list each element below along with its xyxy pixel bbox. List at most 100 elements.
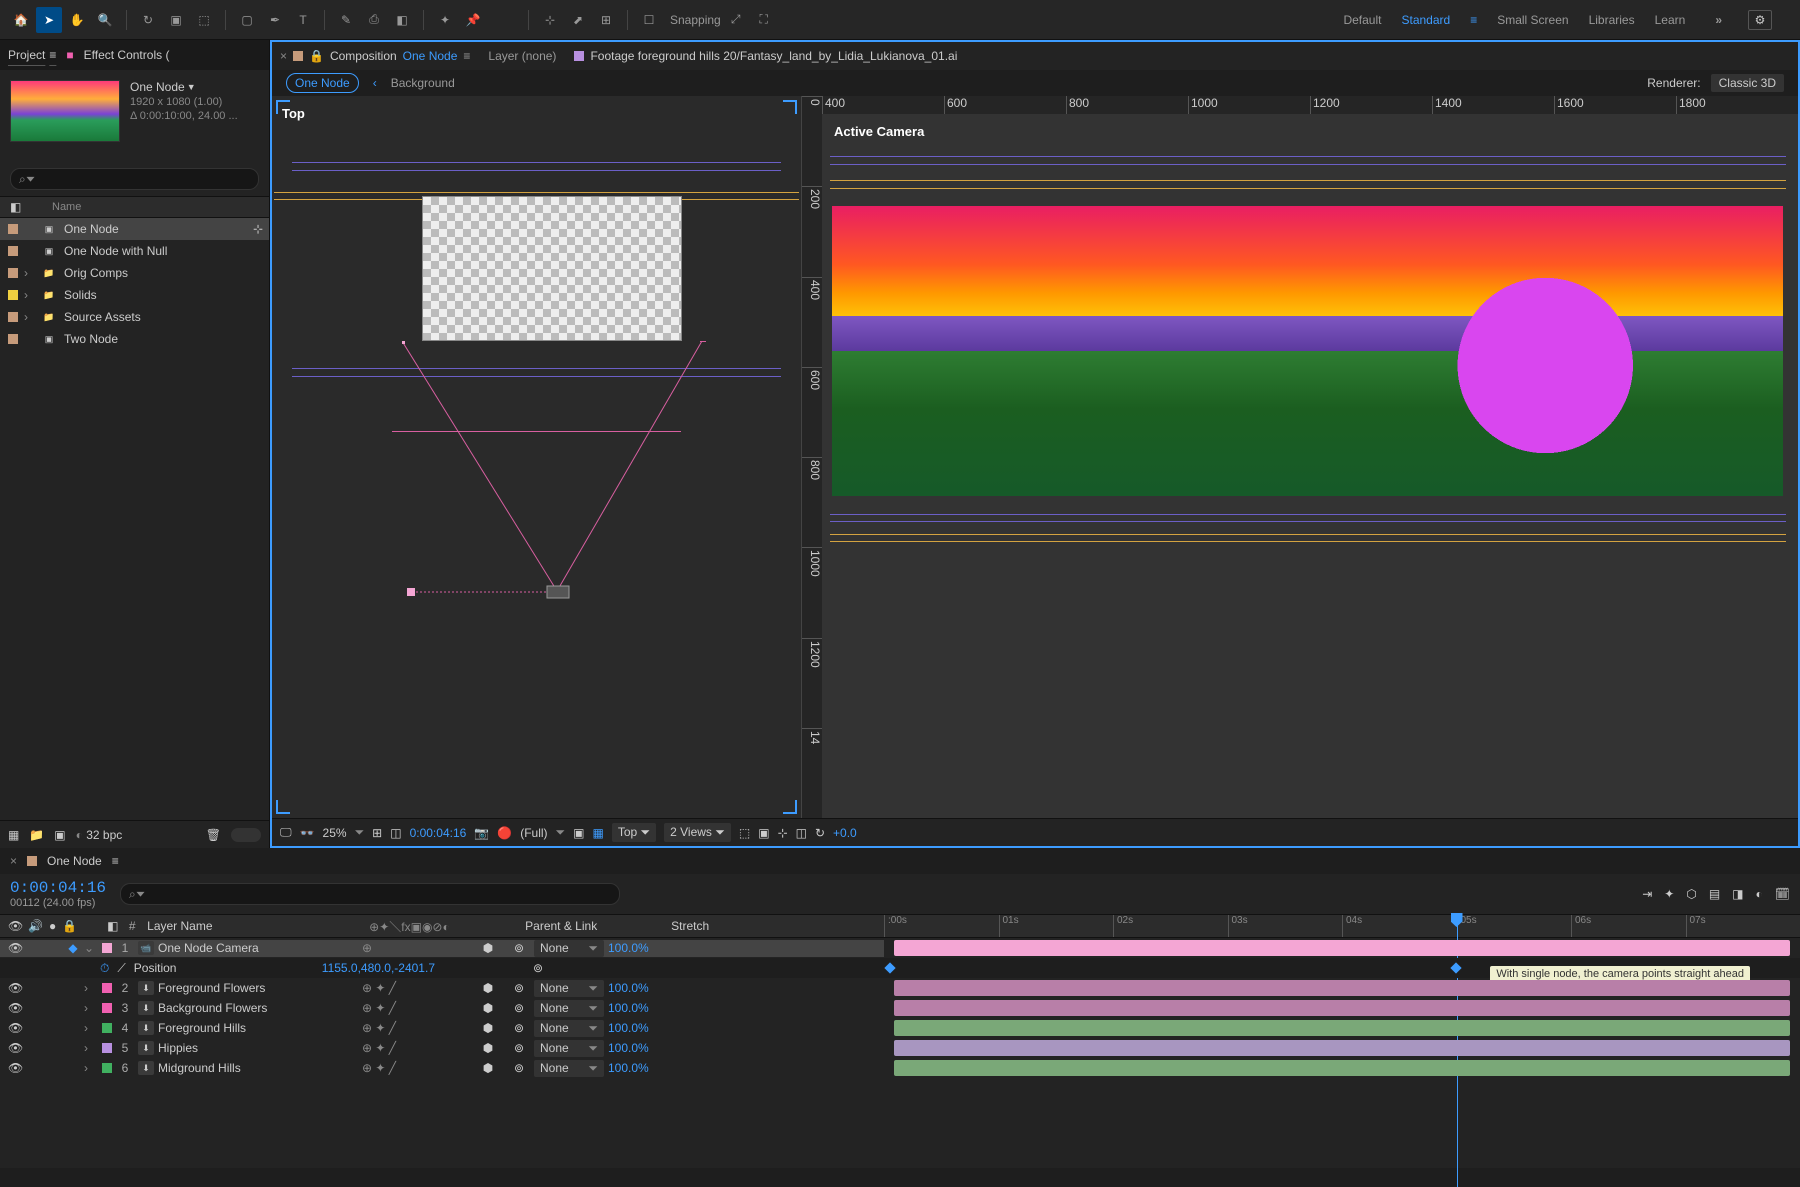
property-name[interactable]: Position <box>134 961 314 975</box>
switches-header[interactable]: ⊕✦＼fx▣◉⊘◐ <box>369 918 469 935</box>
roto-tool[interactable]: ✦ <box>432 7 458 33</box>
stopwatch-icon[interactable]: ⏱ <box>100 961 109 976</box>
selection-tool[interactable]: ➤ <box>36 7 62 33</box>
new-comp-icon[interactable]: ▣ <box>54 828 65 842</box>
axis-world-icon[interactable]: ⬈ <box>565 7 591 33</box>
folder-expand-icon[interactable]: › <box>24 310 34 324</box>
layer-switches[interactable]: ⊕ <box>362 941 462 955</box>
expression-pickwhip-icon[interactable]: ⊚ <box>533 961 543 975</box>
lock-icon[interactable]: 🔒 <box>309 49 324 63</box>
transparency-icon[interactable]: ▦ <box>592 826 603 840</box>
layer-name[interactable]: Foreground Flowers <box>158 981 358 995</box>
layer-duration-bar[interactable] <box>884 1018 1800 1038</box>
col-name[interactable]: Name <box>52 201 81 213</box>
tl-btn1-icon[interactable]: ⇥ <box>1642 887 1652 901</box>
expand-icon[interactable]: › <box>84 1001 98 1015</box>
tl-btn4-icon[interactable]: ▤ <box>1709 887 1720 901</box>
tab-composition[interactable]: × 🔒 Composition One Node ≡ <box>280 49 470 63</box>
resolution-select[interactable]: (Full) <box>520 826 547 840</box>
3d-switch[interactable]: ⬢ <box>466 1001 510 1015</box>
comp-name[interactable]: One Node▼ <box>130 80 238 94</box>
layer-row[interactable]: 👁 ◆ ⌄ 1 📹 One Node Camera ⊕ ⬢ ⊚ None ⏷ 1… <box>0 938 1800 958</box>
layer-duration-bar[interactable] <box>884 998 1800 1018</box>
project-item[interactable]: ▣ One Node ⊹ <box>0 218 269 240</box>
grid-icon[interactable]: ⊞ <box>372 826 382 840</box>
layer-row[interactable]: 👁 › 3 ⬇ Background Flowers ⊕ ✦ ╱ ⬢ ⊚ Non… <box>0 998 1800 1018</box>
home-icon[interactable]: 🏠 <box>8 7 34 33</box>
visibility-toggle[interactable]: 👁 <box>8 941 22 955</box>
project-item[interactable]: ▣ Two Node <box>0 328 269 350</box>
visibility-toggle[interactable]: 👁 <box>8 1041 22 1055</box>
pin-tool[interactable]: 📌 <box>460 7 486 33</box>
layer-name[interactable]: Background Flowers <box>158 1001 358 1015</box>
parent-pickwhip-icon[interactable]: ⊚ <box>514 1041 530 1055</box>
renderer-select[interactable]: Classic 3D <box>1711 74 1784 92</box>
tab-effect-controls[interactable]: Effect Controls ( <box>84 48 170 62</box>
color-header-icon[interactable]: ◧ <box>10 200 24 214</box>
layer-row[interactable]: 👁 › 2 ⬇ Foreground Flowers ⊕ ✦ ╱ ⬢ ⊚ Non… <box>0 978 1800 998</box>
breadcrumb-bg[interactable]: Background <box>391 76 455 90</box>
parent-select[interactable]: None ⏷ <box>534 1020 604 1037</box>
layer-switches[interactable]: ⊕ ✦ ╱ <box>362 1041 462 1055</box>
folder-expand-icon[interactable]: › <box>24 266 34 280</box>
current-time[interactable]: 0:00:04:16 <box>10 879 106 897</box>
mask-icon[interactable]: ◫ <box>390 826 401 840</box>
3d-switch[interactable]: ⬢ <box>466 1021 510 1035</box>
video-col-icon[interactable]: 👁 <box>8 919 22 933</box>
expand-icon[interactable]: ⌄ <box>84 941 98 955</box>
active-camera-view[interactable]: 02004006008001000120014 4006008001000120… <box>802 96 1798 818</box>
layer-duration-bar[interactable]: With single node, the camera points stra… <box>884 938 1800 958</box>
folder-expand-icon[interactable]: › <box>24 288 34 302</box>
goggles-icon[interactable]: 👓 <box>300 826 315 840</box>
layer-name[interactable]: One Node Camera <box>158 941 358 955</box>
tl-btn6-icon[interactable]: ◐ <box>1756 887 1763 901</box>
layer-duration-bar[interactable] <box>884 1058 1800 1078</box>
parent-pickwhip-icon[interactable]: ⊚ <box>514 941 530 955</box>
clone-tool[interactable]: ⎙ <box>361 7 387 33</box>
layer-row[interactable]: 👁 › 6 ⬇ Midground Hills ⊕ ✦ ╱ ⬢ ⊚ None ⏷… <box>0 1058 1800 1078</box>
flowchart-icon[interactable]: ⊹ <box>253 222 263 236</box>
workspace-default[interactable]: Default <box>1343 13 1381 27</box>
parent-pickwhip-icon[interactable]: ⊚ <box>514 1061 530 1075</box>
stretch-value[interactable]: 100.0% <box>608 981 649 995</box>
layer-duration-bar[interactable] <box>884 1038 1800 1058</box>
3d-switch[interactable]: ⬢ <box>466 1061 510 1075</box>
visibility-toggle[interactable]: 👁 <box>8 1021 22 1035</box>
new-folder-icon[interactable]: 📁 <box>29 828 44 842</box>
bpc-toggle[interactable]: ◐ 32 bpc <box>76 828 123 842</box>
expand-icon[interactable]: › <box>84 981 98 995</box>
tab-layer[interactable]: Layer (none) <box>488 49 556 63</box>
lock-col-icon[interactable]: 🔒 <box>62 919 77 933</box>
property-value[interactable]: 1155.0,480.0,-2401.7 <box>322 961 435 975</box>
workspace-small[interactable]: Small Screen <box>1497 13 1568 27</box>
3d-switch[interactable]: ⬢ <box>466 981 510 995</box>
project-search-input[interactable]: ⌕⏷ <box>10 168 259 190</box>
parent-select[interactable]: None ⏷ <box>534 1040 604 1057</box>
breadcrumb-arrow-icon[interactable]: ‹ <box>373 76 377 90</box>
keyframe[interactable] <box>1450 962 1461 973</box>
time-ruler[interactable]: :00s01s02s03s04s05s06s07s <box>884 915 1800 937</box>
workspace-learn[interactable]: Learn <box>1655 13 1686 27</box>
tab-project[interactable]: Project ≡ <box>8 48 56 62</box>
workspace-libraries[interactable]: Libraries <box>1589 13 1635 27</box>
roi-footer-icon[interactable]: ▣ <box>573 826 584 840</box>
3d-switch[interactable]: ⬢ <box>466 941 510 955</box>
color-col-icon[interactable]: ◧ <box>107 919 117 933</box>
snap-opt1-icon[interactable]: ⤢ <box>723 7 749 33</box>
pixel-aspect-icon[interactable]: ◫ <box>796 826 807 840</box>
tl-btn2-icon[interactable]: ✦ <box>1664 887 1674 901</box>
parent-select[interactable]: None ⏷ <box>534 1060 604 1077</box>
layer-switches[interactable]: ⊕ ✦ ╱ <box>362 981 462 995</box>
project-item[interactable]: › 📁 Orig Comps <box>0 262 269 284</box>
orbit-tool[interactable]: ↻ <box>135 7 161 33</box>
camera-tool[interactable]: ▣ <box>163 7 189 33</box>
visibility-toggle[interactable]: 👁 <box>8 1001 22 1015</box>
layer-color[interactable] <box>102 943 112 953</box>
monitor-icon[interactable]: 🖵 <box>280 825 292 840</box>
parent-pickwhip-icon[interactable]: ⊚ <box>514 1001 530 1015</box>
keyframe[interactable] <box>884 962 895 973</box>
timeline-tab[interactable]: One Node <box>47 854 102 868</box>
layer-duration-bar[interactable] <box>884 978 1800 998</box>
3d-switch[interactable]: ⬢ <box>466 1041 510 1055</box>
workspace-standard[interactable]: Standard <box>1401 13 1450 27</box>
